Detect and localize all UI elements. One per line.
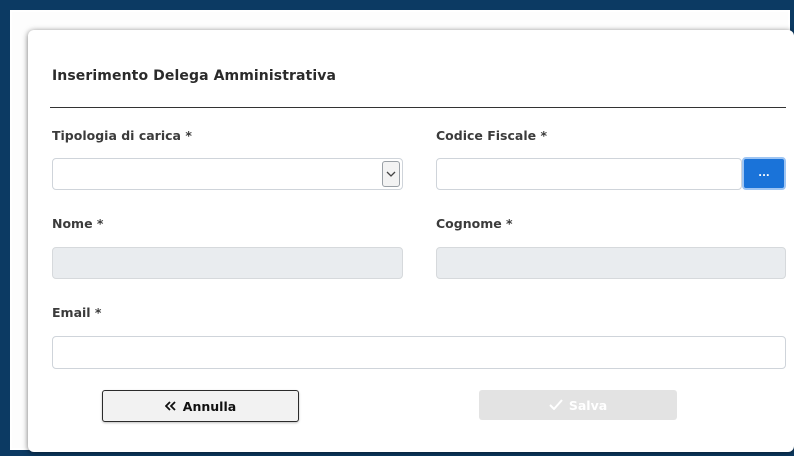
- check-icon: [549, 398, 563, 413]
- salva-label: Salva: [568, 397, 608, 413]
- annulla-button[interactable]: Annulla: [102, 390, 299, 422]
- salva-button[interactable]: Salva: [479, 390, 677, 420]
- title-divider: [50, 107, 786, 108]
- nome-label: Nome *: [52, 216, 104, 231]
- email-input[interactable]: [52, 336, 786, 369]
- delega-dialog: Inserimento Delega Amministrativa Tipolo…: [28, 30, 794, 452]
- chevron-down-icon[interactable]: [382, 161, 400, 187]
- annulla-label: Annulla: [182, 398, 237, 414]
- double-chevron-left-icon: [164, 399, 177, 414]
- email-label: Email *: [52, 305, 102, 320]
- dialog-title: Inserimento Delega Amministrativa: [52, 68, 337, 84]
- tipologia-select[interactable]: [52, 158, 403, 190]
- codice-fiscale-input[interactable]: [436, 158, 742, 190]
- nome-input[interactable]: [52, 247, 403, 279]
- codice-fiscale-lookup-button[interactable]: ...: [742, 157, 786, 190]
- tipologia-label: Tipologia di carica *: [52, 128, 192, 143]
- window-frame: Inserimento Delega Amministrativa Tipolo…: [0, 0, 794, 456]
- codice-fiscale-label: Codice Fiscale *: [436, 128, 547, 143]
- cognome-input[interactable]: [436, 247, 786, 279]
- frame-inner: Inserimento Delega Amministrativa Tipolo…: [10, 10, 794, 452]
- cognome-label: Cognome *: [436, 216, 513, 231]
